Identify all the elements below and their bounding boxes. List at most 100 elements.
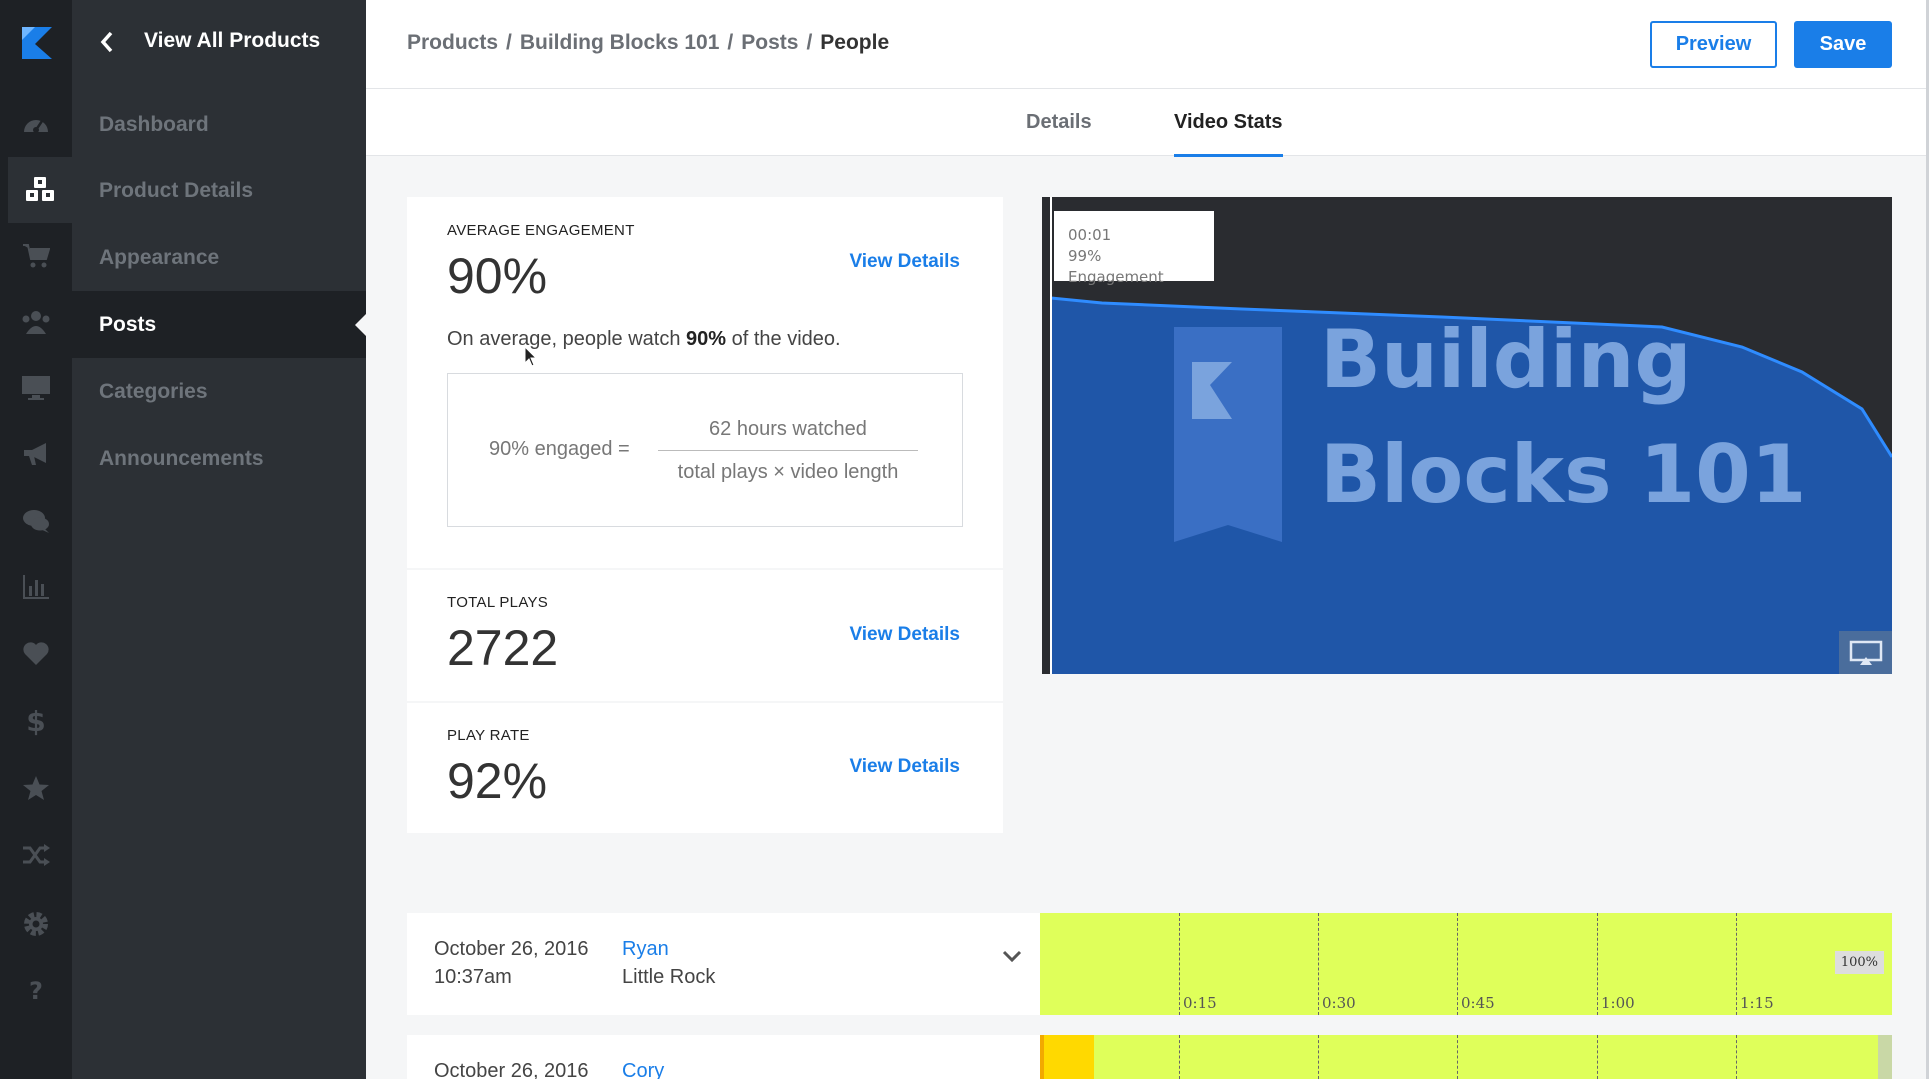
dollar-icon[interactable]: $ [0, 688, 72, 754]
gear-icon[interactable] [0, 891, 72, 957]
timeline-end-cap [1878, 1035, 1892, 1079]
kajabi-logo-icon[interactable] [22, 27, 52, 59]
mouse-cursor-icon [524, 346, 538, 367]
nav-item-categories[interactable]: Categories [72, 358, 366, 425]
watched-percent-badge: 100% [1834, 951, 1884, 974]
timeline-marker [1318, 913, 1319, 1015]
nav-item-posts[interactable]: Posts [72, 291, 366, 358]
breadcrumb-product[interactable]: Building Blocks 101 [520, 31, 720, 54]
cart-icon[interactable] [0, 223, 72, 289]
viewer-info: Ryan Little Rock [622, 935, 715, 991]
timeline-tick: 0:45 [1461, 994, 1495, 1012]
viewer-date-text: October 26, 2016 [434, 938, 589, 960]
play-rate-view-details-link[interactable]: View Details [849, 756, 960, 778]
viewer-timeline [1040, 1035, 1892, 1079]
analytics-icon[interactable] [0, 554, 72, 620]
nav-item-posts-label: Posts [99, 312, 157, 336]
formula-numerator: 62 hours watched [709, 418, 867, 440]
engagement-title: AVERAGE ENGAGEMENT [447, 222, 635, 239]
monitor-icon[interactable] [0, 355, 72, 421]
timeline-marker [1736, 1035, 1737, 1079]
timeline-marker [1179, 913, 1180, 1015]
chevron-left-icon [100, 31, 113, 53]
chat-icon[interactable] [0, 488, 72, 554]
total-plays-view-details-link[interactable]: View Details [849, 624, 960, 646]
nav-item-appearance[interactable]: Appearance [72, 224, 366, 291]
desc-suffix: of the video. [726, 328, 841, 350]
tab-details[interactable]: Details [1026, 111, 1092, 154]
preview-button[interactable]: Preview [1650, 21, 1777, 68]
timeline-marker [1179, 1035, 1180, 1079]
video-logo [1174, 327, 1282, 542]
engagement-card: AVERAGE ENGAGEMENT 90% View Details On a… [407, 197, 1003, 568]
help-icon[interactable]: ? [0, 958, 72, 1024]
airplay-icon [1849, 640, 1882, 665]
total-plays-title: TOTAL PLAYS [447, 594, 549, 611]
desc-value: 90% [686, 328, 727, 350]
timeline-tick: 1:00 [1601, 994, 1635, 1012]
page-header: Products / Building Blocks 101 / Posts / Peopl… [366, 0, 1929, 89]
tab-video-stats[interactable]: Video Stats [1174, 111, 1283, 157]
formula-divider [658, 450, 918, 451]
timeline-highlight [1040, 1035, 1094, 1079]
shuffle-icon[interactable] [0, 822, 72, 888]
viewer-location: Little Rock [622, 966, 716, 988]
save-button[interactable]: Save [1794, 21, 1892, 68]
viewer-date: October 26, 2016 10:37am [434, 935, 589, 991]
breadcrumb-separator: / [806, 31, 813, 54]
video-player[interactable]: Building Blocks 101 00:01 99% Engagement [1042, 197, 1892, 674]
star-icon[interactable] [0, 755, 72, 821]
icon-rail: $ ? [0, 0, 72, 1079]
breadcrumb-current: People [820, 31, 890, 54]
timeline-marker [1597, 1035, 1598, 1079]
active-caret [355, 313, 366, 336]
dashboard-icon[interactable] [0, 91, 72, 157]
chevron-down-icon[interactable] [1002, 949, 1022, 963]
breadcrumb: Products / Building Blocks 101 / Posts / Peopl… [407, 31, 889, 55]
total-plays-value: 2722 [447, 620, 559, 676]
tab-bar: Details Video Stats [366, 89, 1929, 157]
timeline-tick: 1:15 [1740, 994, 1774, 1012]
engagement-tooltip: 00:01 99% Engagement [1054, 211, 1214, 286]
back-to-products-link[interactable]: View All Products [72, 0, 366, 84]
back-label: View All Products [144, 29, 321, 52]
timeline-marker [1597, 913, 1598, 1015]
tooltip-engagement: 99% Engagement [1068, 247, 1164, 286]
nav-item-product-details[interactable]: Product Details [72, 157, 366, 224]
airplay-button[interactable] [1839, 631, 1892, 674]
timeline-tick: 0:30 [1322, 994, 1356, 1012]
play-rate-card: PLAY RATE 92% View Details [407, 703, 1003, 833]
nav-item-announcements[interactable]: Announcements [72, 425, 366, 492]
engagement-description: On average, people watch 90% of the vide… [447, 328, 841, 351]
viewer-timeline: 0:15 0:30 0:45 1:00 1:15 100% [1040, 913, 1892, 1015]
nav-item-dashboard[interactable]: Dashboard [72, 91, 366, 158]
people-icon[interactable] [0, 289, 72, 355]
products-icon[interactable] [8, 157, 72, 223]
formula-denominator: total plays × video length [677, 461, 899, 483]
timeline-marker [1457, 913, 1458, 1015]
desc-prefix: On average, people watch [447, 328, 687, 350]
engagement-view-details-link[interactable]: View Details [849, 251, 960, 273]
heart-icon[interactable] [0, 621, 72, 687]
viewer-date: October 26, 2016 [434, 1057, 589, 1079]
viewer-time-text: 10:37am [434, 966, 512, 988]
tooltip-time: 00:01 [1068, 226, 1112, 244]
breadcrumb-posts[interactable]: Posts [741, 31, 798, 54]
timeline-highlight-edge [1040, 1035, 1044, 1079]
breadcrumb-products[interactable]: Products [407, 31, 498, 54]
viewer-row[interactable]: October 26, 2016 Cory [407, 1035, 1040, 1079]
play-rate-title: PLAY RATE [447, 727, 530, 744]
megaphone-icon[interactable] [0, 421, 72, 487]
video-title-line2: Blocks 101 [1320, 428, 1806, 521]
formula-lhs: 90% engaged = [489, 438, 630, 460]
viewer-row[interactable]: October 26, 2016 10:37am Ryan Little Roc… [407, 913, 1040, 1015]
viewer-name-link[interactable]: Cory [622, 1057, 664, 1079]
timeline-tick: 0:15 [1183, 994, 1217, 1012]
total-plays-card: TOTAL PLAYS 2722 View Details [407, 570, 1003, 701]
engagement-value: 90% [447, 248, 548, 304]
timeline-marker [1736, 913, 1737, 1015]
viewer-date-text: October 26, 2016 [434, 1060, 589, 1079]
timeline-marker [1318, 1035, 1319, 1079]
breadcrumb-separator: / [506, 31, 512, 54]
viewer-name-link[interactable]: Ryan [622, 935, 715, 963]
